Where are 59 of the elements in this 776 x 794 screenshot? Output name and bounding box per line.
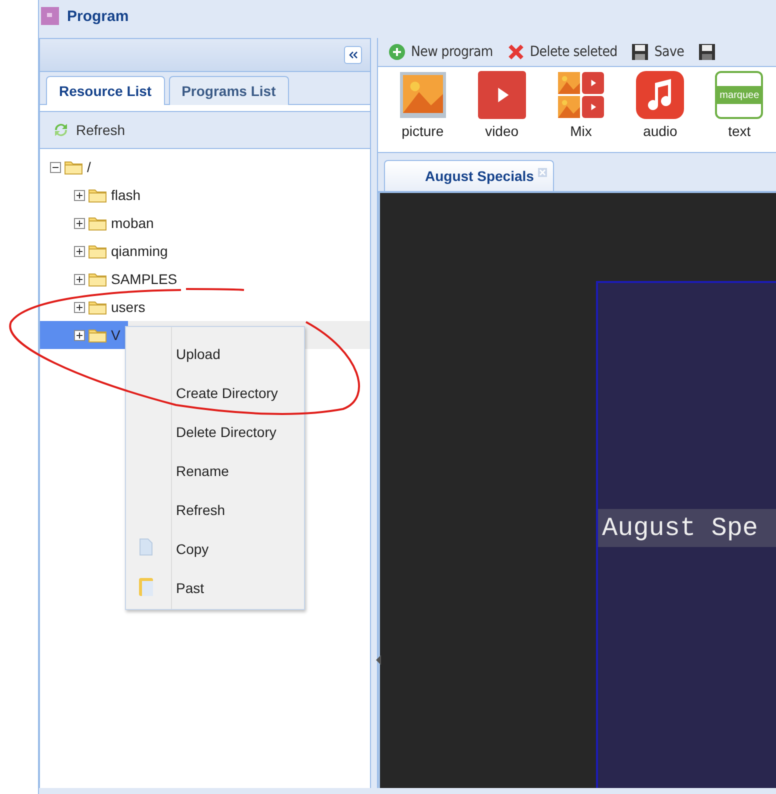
folder-label[interactable]: moban — [111, 215, 154, 231]
paste-icon — [138, 577, 154, 597]
toolbar-button[interactable]: New program — [384, 41, 497, 63]
collapse-icon[interactable] — [50, 162, 61, 172]
video-icon — [478, 71, 526, 119]
folder-label[interactable]: flash — [111, 187, 141, 203]
screen-area[interactable]: August Spe — [596, 281, 776, 788]
menu-item[interactable]: Delete Directory — [126, 412, 304, 451]
toolbar-button[interactable]: Save — [627, 41, 688, 63]
menu-item[interactable]: Copy — [126, 529, 304, 568]
copy-icon — [138, 538, 154, 556]
folder-icon — [88, 327, 108, 343]
add-icon — [388, 43, 406, 61]
folder-icon — [88, 243, 108, 259]
folder-label[interactable]: users — [111, 299, 146, 315]
save-icon — [631, 43, 650, 61]
folder-label[interactable]: SAMPLES — [111, 271, 178, 287]
save-icon — [698, 43, 716, 61]
window-title: Program — [67, 8, 129, 24]
media-button[interactable]: audio — [624, 71, 697, 139]
folder-icon — [88, 299, 108, 315]
refresh-button[interactable]: Refresh — [50, 119, 128, 141]
music-note-icon — [636, 71, 684, 119]
mix-icon — [557, 71, 605, 119]
picture-icon — [398, 71, 447, 119]
toolbar-button[interactable]: Delete seleted — [502, 41, 622, 63]
double-chevron-icon — [348, 51, 358, 59]
folder-icon — [88, 215, 108, 231]
folder-icon — [64, 159, 84, 175]
canvas-text[interactable]: August Spe — [598, 509, 776, 547]
media-button[interactable]: Mix — [544, 71, 618, 139]
menu-item[interactable]: Create Directory — [126, 373, 304, 412]
pen-stroke — [186, 288, 244, 291]
marquee-icon: marquee — [715, 71, 764, 119]
expand-icon[interactable] — [74, 274, 85, 284]
app-icon — [41, 7, 59, 25]
media-button[interactable]: video — [465, 71, 538, 139]
media-button[interactable]: picture — [386, 71, 460, 139]
menu-item[interactable]: Refresh — [126, 490, 304, 529]
media-button[interactable]: marquee text — [702, 71, 776, 139]
expand-icon[interactable] — [74, 190, 85, 200]
folder-icon — [88, 187, 108, 203]
expand-icon[interactable] — [74, 218, 85, 228]
refresh-icon — [52, 121, 70, 139]
folder-label[interactable]: V — [111, 327, 120, 343]
expand-icon[interactable] — [74, 330, 85, 340]
collapse-arrow-icon[interactable] — [376, 655, 381, 665]
expand-icon[interactable] — [74, 302, 85, 312]
menu-item[interactable]: Upload — [126, 334, 304, 373]
collapse-button[interactable] — [344, 46, 362, 64]
folder-label[interactable]: / — [87, 159, 91, 175]
folder-icon — [88, 271, 108, 287]
panel-tab[interactable]: Programs List — [168, 76, 289, 105]
menu-item[interactable]: Rename — [126, 451, 304, 490]
panel-tab[interactable]: Resource List — [46, 76, 165, 105]
expand-icon[interactable] — [74, 246, 85, 256]
folder-label[interactable]: qianming — [111, 243, 168, 259]
menu-item[interactable]: Past — [126, 568, 304, 607]
delete-icon — [506, 43, 525, 61]
